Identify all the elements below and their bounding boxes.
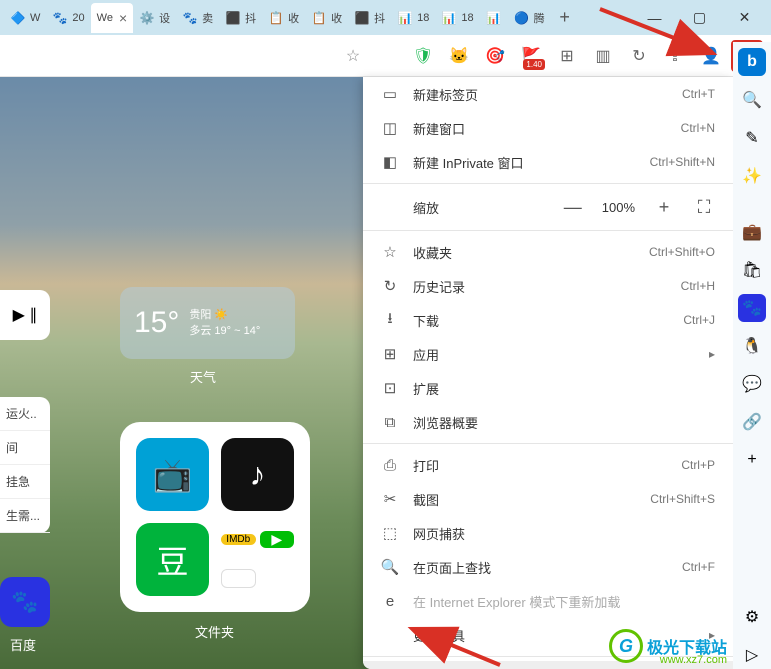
tab[interactable]: 📊18 (391, 3, 435, 33)
target-icon[interactable]: 🎯 (479, 40, 511, 72)
history-toolbar-icon[interactable]: ↻ (623, 40, 655, 72)
tab[interactable]: 📋收 (305, 3, 348, 33)
menu-screenshot[interactable]: ✂截图Ctrl+Shift+S (363, 482, 733, 516)
menu-apps[interactable]: ⊞应用▸ (363, 337, 733, 371)
history-icon: ↻ (381, 277, 399, 295)
pulse-icon: ⧉ (381, 414, 399, 431)
minimize-button[interactable]: — (632, 3, 677, 33)
menu-new-tab[interactable]: ▭新建标签页Ctrl+T (363, 77, 733, 111)
tab[interactable]: 🐾卖 (176, 3, 219, 33)
tab[interactable]: ⬛抖 (219, 3, 262, 33)
share-icon[interactable]: ⇪ (659, 40, 691, 72)
cat-icon[interactable]: 🐱 (443, 40, 475, 72)
list-item[interactable]: 间 (0, 431, 50, 465)
media-widget[interactable]: ▶ ∥ (0, 290, 50, 340)
tab[interactable]: ⚙️设 (133, 3, 176, 33)
shield-icon[interactable]: 🛡 (407, 40, 439, 72)
list-item[interactable]: 生需... (0, 499, 50, 533)
tab[interactable]: 🔷W (4, 3, 46, 33)
collections-icon[interactable]: ▥ (587, 40, 619, 72)
capture-icon: ⬚ (381, 524, 399, 542)
menu-new-window[interactable]: ◫新建窗口Ctrl+N (363, 111, 733, 145)
app-group[interactable]: IMDb ▶ ▶ (221, 523, 294, 596)
settings-menu: ▭新建标签页Ctrl+T ◫新建窗口Ctrl+N ◧新建 InPrivate 窗… (363, 77, 733, 669)
sidebar-settings-icon[interactable]: ⚙ (738, 603, 766, 631)
print-icon: ⎙ (381, 457, 399, 474)
baidu-app-icon[interactable]: 🐾 (0, 577, 50, 627)
profile-icon[interactable]: 👤 (695, 40, 727, 72)
menu-web-capture[interactable]: ⬚网页捕获 (363, 516, 733, 550)
menu-favorites[interactable]: ☆收藏夹Ctrl+Shift+O (363, 235, 733, 269)
tab[interactable]: 📊18 (435, 3, 479, 33)
sparkle-icon[interactable]: ✨ (738, 162, 766, 190)
apps-icon: ⊞ (381, 345, 399, 363)
folder-widget[interactable]: 📺 ♪ 豆 IMDb ▶ ▶ (120, 422, 310, 612)
watermark-logo: G (609, 629, 643, 663)
tab[interactable]: 📋收 (262, 3, 305, 33)
extension-icon: ⊡ (381, 379, 399, 397)
tab-icon: ▭ (381, 85, 399, 103)
tab[interactable]: 📊 (480, 3, 508, 33)
tab-bar: 🔷W 🐾20 We× ⚙️设 🐾卖 ⬛抖 📋收 📋收 ⬛抖 📊18 📊18 📊 … (0, 0, 771, 35)
maximize-button[interactable]: ▢ (677, 3, 722, 33)
bing-icon[interactable]: b (738, 48, 766, 76)
screenshot-icon: ✂ (381, 490, 399, 508)
close-window-button[interactable]: ✕ (722, 3, 767, 33)
weather-widget[interactable]: 15° 贵阳 ☀️ 多云 19° ~ 14° (120, 287, 295, 359)
list-item[interactable]: 挂急 (0, 465, 50, 499)
menu-find[interactable]: 🔍在页面上查找Ctrl+F (363, 550, 733, 584)
find-icon: 🔍 (381, 558, 399, 576)
menu-extensions[interactable]: ⊡扩展 (363, 371, 733, 405)
tab[interactable]: ⬛抖 (348, 3, 391, 33)
tab[interactable]: 🐾20 (46, 3, 90, 33)
fullscreen-button[interactable]: ⛶ (693, 196, 715, 218)
menu-zoom: 缩放 — 100% + ⛶ (363, 188, 733, 226)
briefcase-icon[interactable]: 💼 (738, 218, 766, 246)
edge-sidebar: b 🔍 ✎ ✨ 💼 🛍 🐾 🐧 💬 🔗 + ⚙ ▷ (733, 42, 771, 669)
sidebar-plus-button[interactable]: + (738, 446, 766, 474)
star-icon: ☆ (381, 243, 399, 261)
menu-history[interactable]: ↻历史记录Ctrl+H (363, 269, 733, 303)
close-icon[interactable]: × (119, 10, 127, 26)
zoom-value: 100% (602, 200, 635, 215)
zoom-out-button[interactable]: — (562, 196, 584, 218)
tab[interactable]: 🔵腾 (508, 3, 551, 33)
toolbar: ☆ 🛡 🐱 🎯 🚩1.40 ⊞ ▥ ↻ ⇪ 👤 ⋯ (0, 35, 771, 77)
list-item[interactable]: 运火.. (0, 397, 50, 431)
folder-label: 文件夹 (195, 622, 234, 641)
zoom-in-button[interactable]: + (653, 196, 675, 218)
sidebar-collapse-icon[interactable]: ▷ (738, 641, 766, 669)
tab-active[interactable]: We× (91, 3, 134, 33)
news-widget[interactable]: 运火.. 间 挂急 生需... (0, 397, 50, 533)
compose-icon[interactable]: ✎ (738, 124, 766, 152)
extensions-icon[interactable]: ⊞ (551, 40, 583, 72)
flag-icon[interactable]: 🚩1.40 (515, 40, 547, 72)
chat-icon[interactable]: 💬 (738, 370, 766, 398)
menu-new-inprivate[interactable]: ◧新建 InPrivate 窗口Ctrl+Shift+N (363, 145, 733, 179)
search-icon[interactable]: 🔍 (738, 86, 766, 114)
app-douban[interactable]: 豆 (136, 523, 209, 596)
ie-icon: e (381, 593, 399, 610)
temperature: 15° (134, 306, 179, 340)
watermark: G 极光下载站 www.xz7.com (609, 629, 727, 663)
menu-print[interactable]: ⎙打印Ctrl+P (363, 448, 733, 482)
link-icon[interactable]: 🔗 (738, 408, 766, 436)
baidu-label: 百度 (10, 635, 36, 654)
new-tab-button[interactable]: + (551, 4, 579, 32)
shopping-icon[interactable]: 🛍 (738, 256, 766, 284)
weather-label: 天气 (190, 367, 216, 386)
baidu-sb-icon[interactable]: 🐾 (738, 294, 766, 322)
app-bilibili[interactable]: 📺 (136, 438, 209, 511)
window-icon: ◫ (381, 119, 399, 137)
qq-icon[interactable]: 🐧 (738, 332, 766, 360)
app-douyin[interactable]: ♪ (221, 438, 294, 511)
download-icon: ⭳ (381, 308, 399, 333)
menu-ie-mode: e在 Internet Explorer 模式下重新加载 (363, 584, 733, 618)
menu-downloads[interactable]: ⭳下载Ctrl+J (363, 303, 733, 337)
star-icon[interactable]: ☆ (337, 40, 369, 72)
chevron-right-icon: ▸ (709, 347, 715, 361)
inprivate-icon: ◧ (381, 153, 399, 171)
menu-browser-overview[interactable]: ⧉浏览器概要 (363, 405, 733, 439)
